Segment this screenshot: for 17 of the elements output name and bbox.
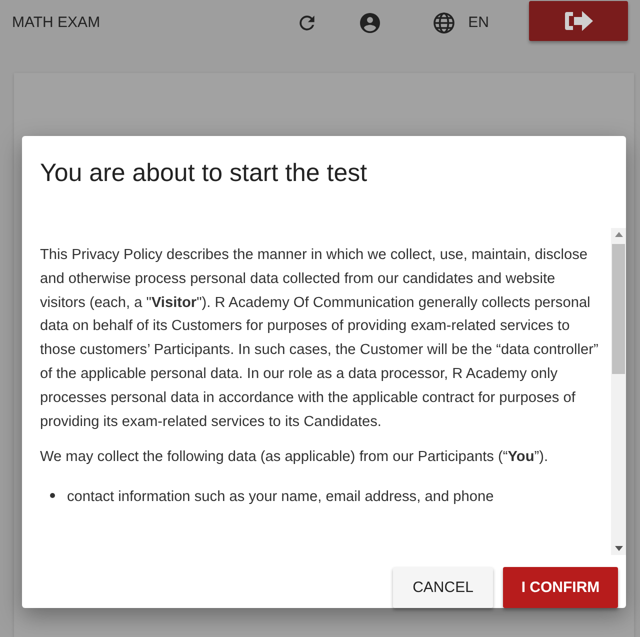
cancel-button[interactable]: CANCEL [393,567,493,608]
confirm-button[interactable]: I CONFIRM [503,567,618,608]
logout-button[interactable] [529,0,628,40]
bullet-dot [50,493,55,498]
policy-paragraph: This Privacy Policy describes the manner in which we collect, use, maintain, disclose and otherwise process personal data collected from our candidates and website visitors (each, a "Visitor"). R Academy Of Communication generally collects personal data on behalf of its Customers for purposes of providing exam-related services to those customers’ Participants. In such cases, the Customer will be the “data controller” of the applicable personal data. In our role as a data processor, R Academy only processes personal data in accordance with the applicable contract for purposes of providing its exam-related services to its Candidates. [40,246,600,432]
scroll-down-icon[interactable] [614,546,622,551]
language-label[interactable]: EN [468,14,489,31]
account-icon[interactable] [358,10,382,34]
globe-icon[interactable] [432,10,456,34]
scrollbar-thumb[interactable] [612,244,625,374]
scrollbar[interactable] [611,228,626,555]
policy-paragraph: We may collect the following data (as applicable) from our Participants (“You”). [40,448,550,468]
list-item-text: contact information such as your name, email address, and phone [67,488,494,508]
app-title: MATH EXAM [12,14,102,31]
dialog-title: You are about to start the test [40,158,368,188]
scroll-up-icon[interactable] [614,232,622,237]
exit-arrow-icon [564,10,594,32]
